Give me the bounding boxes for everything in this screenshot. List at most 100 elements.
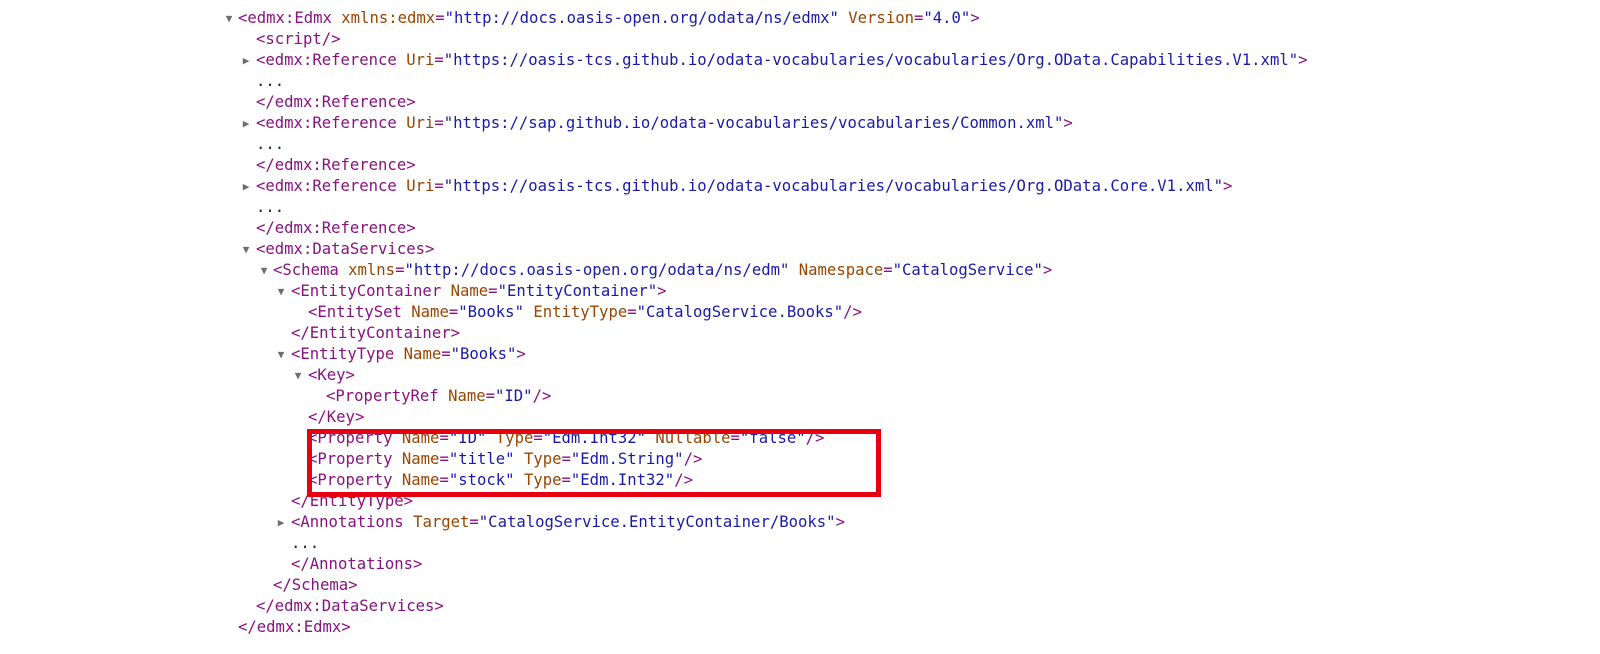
xml-tag-token: <edmx:Reference xyxy=(256,114,397,132)
xml-tag-token: > xyxy=(1063,114,1073,132)
xml-tag-token: /> xyxy=(674,471,693,489)
xml-tag-token: </Key> xyxy=(308,408,365,426)
xml-tag-token: = xyxy=(434,177,444,195)
xml-tag-token: > xyxy=(1042,261,1053,279)
xml-line: <edmx:Edmx xmlns:edmx="http://docs.oasis… xyxy=(238,8,980,29)
xml-line: <PropertyRef Name="ID"/> xyxy=(326,386,551,407)
xml-tag-token: = xyxy=(439,450,449,468)
xml-line: </edmx:Reference> xyxy=(256,218,416,239)
xml-tag-token: </edmx:Reference> xyxy=(256,219,416,237)
attribute-value-token: "Edm.Int32" xyxy=(570,471,675,489)
text-token: ... xyxy=(256,72,285,90)
xml-line: <script/> xyxy=(256,29,341,50)
text-token: ... xyxy=(256,135,285,153)
xml-tag-token: = xyxy=(469,513,479,531)
xml-tag-token: </edmx:DataServices> xyxy=(256,597,444,615)
expand-toggle-icon[interactable]: ▶ xyxy=(240,113,252,134)
attribute-name-token: Uri xyxy=(406,114,435,132)
collapse-toggle-icon[interactable]: ▼ xyxy=(275,281,287,302)
xml-tag-token: = xyxy=(434,51,444,69)
xml-tag-token: </edmx:Reference> xyxy=(256,93,416,111)
attribute-value-token: "title" xyxy=(448,450,515,468)
attribute-name-token: Name xyxy=(401,429,440,447)
xml-tag-token: <edmx:DataServices> xyxy=(256,240,435,258)
xml-line: </edmx:Reference> xyxy=(256,92,416,113)
attribute-value-token: "CatalogService.EntityContainer/Books" xyxy=(478,513,836,531)
attribute-name-token: Type xyxy=(523,471,562,489)
expand-toggle-icon[interactable]: ▶ xyxy=(240,50,252,71)
xml-tag-token: <Property xyxy=(308,450,393,468)
xml-tag-token: <edmx:Reference xyxy=(256,177,397,195)
xml-tag-token: = xyxy=(561,471,571,489)
attribute-name-token: xmlns:edmx xyxy=(341,9,436,27)
attribute-value-token: "ID" xyxy=(448,429,487,447)
xml-line: ... xyxy=(256,134,284,155)
xml-line: <Property Name="stock" Type="Edm.Int32"/… xyxy=(308,470,693,491)
xml-tag-token: = xyxy=(439,471,449,489)
xml-line: <Schema xmlns = "http://docs.oasis-open.or… xyxy=(273,260,1052,281)
attribute-name-token: Name xyxy=(450,282,489,300)
xml-line: </Annotations> xyxy=(291,554,422,575)
xml-line: </EntityType> xyxy=(291,491,413,512)
expand-toggle-icon[interactable]: ▶ xyxy=(240,176,252,197)
xml-tag-token: <Annotations xyxy=(291,513,404,531)
xml-tag-token: <Schema xyxy=(273,261,339,279)
xml-line: ... xyxy=(256,197,284,218)
attribute-value-token: "https://oasis-tcs.github.io/odata-vocab… xyxy=(443,177,1224,195)
xml-tag-token: </edmx:Reference> xyxy=(256,156,416,174)
attribute-value-token: "CatalogService" xyxy=(892,261,1043,279)
collapse-toggle-icon[interactable]: ▼ xyxy=(223,8,235,29)
xml-line: ... xyxy=(291,533,319,554)
attribute-value-token: "Books" xyxy=(450,345,517,363)
attribute-value-token: "EntityContainer" xyxy=(497,282,658,300)
xml-line: <EntityContainer Name="EntityContainer"> xyxy=(291,281,667,302)
xml-tag-token: <EntitySet xyxy=(308,303,402,321)
xml-tag-token: <script/> xyxy=(256,30,341,48)
collapse-toggle-icon[interactable]: ▼ xyxy=(292,365,304,386)
attribute-name-token: Name xyxy=(411,303,449,321)
collapse-toggle-icon[interactable]: ▼ xyxy=(275,344,287,365)
attribute-name-token: Target xyxy=(413,513,470,531)
xml-tag-token: <Property xyxy=(308,471,393,489)
xml-tree-viewer: ▼ <edmx:Edmx xmlns:edmx="http://docs.oas… xyxy=(0,0,1600,654)
attribute-name-token: Name xyxy=(401,450,440,468)
xml-line: <Property Name="ID" Type="Edm.Int32" Nul… xyxy=(308,428,824,449)
xml-tag-token: = xyxy=(913,9,924,27)
attribute-name-token: Uri xyxy=(406,51,435,69)
attribute-value-token: "http://docs.oasis-open.org/odata/ns/edm… xyxy=(444,9,839,27)
attribute-value-token: "https://sap.github.io/odata-vocabularie… xyxy=(443,114,1064,132)
attribute-name-token: Namespace xyxy=(798,261,884,279)
attribute-value-token: "stock" xyxy=(448,471,515,489)
xml-line: <Key> xyxy=(308,365,355,386)
xml-tag-token: = xyxy=(434,114,444,132)
xml-tag-token: <edmx:Reference xyxy=(256,51,397,69)
xml-tag-token: = xyxy=(730,429,740,447)
attribute-value-token: "ID" xyxy=(495,387,533,405)
attribute-value-token: "Books" xyxy=(458,303,524,321)
xml-line: </Schema> xyxy=(273,575,358,596)
xml-line: ... xyxy=(256,71,284,92)
xml-line: </edmx:DataServices> xyxy=(256,596,444,617)
attribute-name-token: Name xyxy=(403,345,442,363)
collapse-toggle-icon[interactable]: ▼ xyxy=(258,260,270,281)
collapse-toggle-icon[interactable]: ▼ xyxy=(240,239,252,260)
attribute-name-token: xmlns xyxy=(348,261,396,279)
attribute-name-token: Uri xyxy=(406,177,435,195)
xml-line: </EntityContainer> xyxy=(291,323,460,344)
xml-line: <Annotations Target="CatalogService.Enti… xyxy=(291,512,845,533)
xml-tag-token: </EntityType> xyxy=(291,492,414,510)
text-token: ... xyxy=(256,198,285,216)
xml-line: <Property Name="title" Type="Edm.String"… xyxy=(308,449,702,470)
attribute-name-token: Name xyxy=(448,387,486,405)
xml-line: </edmx:Reference> xyxy=(256,155,416,176)
expand-toggle-icon[interactable]: ▶ xyxy=(275,512,287,533)
xml-tag-token: /> xyxy=(532,387,552,405)
